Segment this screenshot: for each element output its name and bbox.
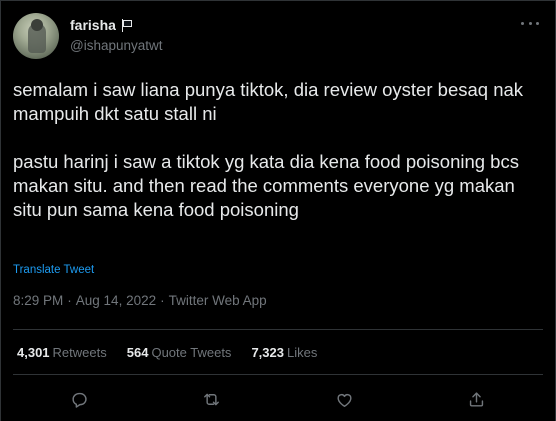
retweets-stat[interactable]: 4,301 Retweets <box>17 345 107 360</box>
tweet-stats: 4,301 Retweets 564 Quote Tweets 7,323 Likes <box>17 345 317 360</box>
tweet-paragraph: semalam i saw liana punya tiktok, dia re… <box>13 79 524 124</box>
meta-separator: · <box>67 293 72 308</box>
tweet-text: semalam i saw liana punya tiktok, dia re… <box>13 78 543 222</box>
author-display-name[interactable]: farisha <box>70 17 133 33</box>
likes-count: 7,323 <box>251 345 284 360</box>
retweets-count: 4,301 <box>17 345 50 360</box>
quote-tweets-label: Quote Tweets <box>151 345 232 360</box>
likes-label: Likes <box>286 345 318 360</box>
reply-button[interactable] <box>67 387 91 411</box>
tweet-source[interactable]: Twitter Web App <box>169 293 267 308</box>
tweet-date[interactable]: Aug 14, 2022 <box>76 293 156 308</box>
divider <box>13 329 543 330</box>
avatar-head <box>31 19 43 31</box>
like-icon <box>337 393 352 407</box>
retweet-icon <box>204 393 220 405</box>
author-handle[interactable]: @ishapunyatwt <box>70 38 163 53</box>
reply-icon <box>72 392 87 408</box>
meta-separator: · <box>160 293 165 308</box>
tweet-time[interactable]: 8:29 PM <box>13 293 63 308</box>
retweets-label: Retweets <box>52 345 107 360</box>
translate-tweet-link[interactable]: Translate Tweet <box>13 264 94 276</box>
tweet-card: farisha @ishapunyatwt semalam i saw lian… <box>0 0 556 421</box>
quote-tweets-stat[interactable]: 564 Quote Tweets <box>127 345 232 360</box>
like-button[interactable] <box>332 387 356 411</box>
likes-stat[interactable]: 7,323 Likes <box>251 345 317 360</box>
tweet-paragraph: pastu harinj i saw a tiktok yg kata dia … <box>13 151 519 220</box>
share-button[interactable] <box>465 387 489 411</box>
more-options-icon[interactable] <box>519 15 541 31</box>
retweet-button[interactable] <box>200 387 224 411</box>
divider <box>13 374 543 375</box>
share-icon <box>470 391 484 407</box>
tweet-meta: 8:29 PM · Aug 14, 2022 · Twitter Web App <box>13 293 267 308</box>
black-flag-icon <box>121 18 133 32</box>
tweet-actions <box>13 387 543 411</box>
display-name-text: farisha <box>70 17 116 33</box>
avatar[interactable] <box>13 13 59 59</box>
quote-tweets-count: 564 <box>126 345 149 360</box>
